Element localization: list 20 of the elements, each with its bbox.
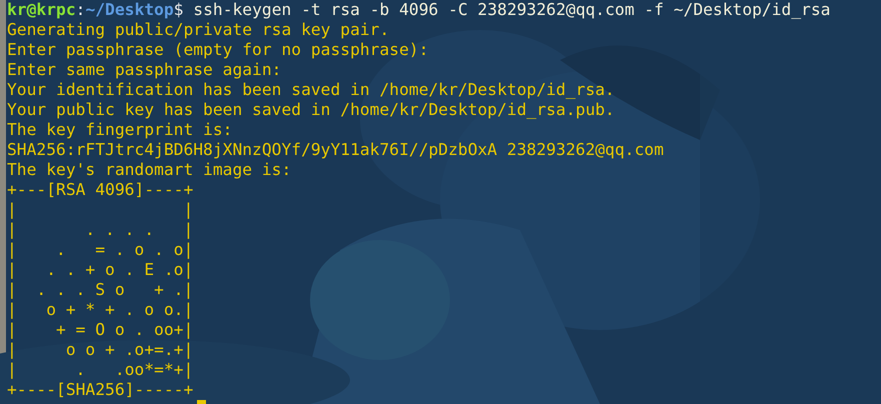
output-line: | . . . S o + .| bbox=[7, 280, 194, 300]
output-line: +---[RSA 4096]----+ bbox=[7, 180, 194, 200]
output-line: | o + * + . o o.| bbox=[7, 300, 194, 320]
output-line: Your identification has been saved in /home/kr/Desktop/id_rsa. bbox=[7, 80, 615, 100]
output-line: | . . + o . E .o| bbox=[7, 260, 194, 280]
output-line: Enter same passphrase again: bbox=[7, 60, 282, 80]
output-line: | . .oo*=*+| bbox=[7, 360, 194, 380]
output-line: | o o + .o+=.+| bbox=[7, 340, 194, 360]
output-line: SHA256:rFTJtrc4jBD6H8jXNnzQOYf/9yY11ak76I//pDzbOxA 238293262@qq.com bbox=[7, 140, 664, 160]
output-line: Your public key has been saved in /home/kr/Desktop/id_rsa.pub. bbox=[7, 100, 615, 120]
output-line: The key's randomart image is: bbox=[7, 160, 292, 180]
output-line: Generating public/private rsa key pair. bbox=[7, 20, 390, 40]
output-line: Enter passphrase (empty for no passphrase): bbox=[7, 40, 428, 60]
command-line: kr@krpc:~/Desktop$ ssh-keygen -t rsa -b 4096 -C 238293262@qq.com -f ~/Desktop/id_rsa bbox=[7, 0, 830, 20]
output-line: | + = O o . oo+| bbox=[7, 320, 194, 340]
output-line: | . = . o . o| bbox=[7, 240, 194, 260]
output-line: | | bbox=[7, 200, 194, 220]
output-line: The key fingerprint is: bbox=[7, 120, 232, 140]
output-line: +----[SHA256]-----+ bbox=[7, 380, 194, 400]
output-line: | . . . . | bbox=[7, 220, 194, 240]
